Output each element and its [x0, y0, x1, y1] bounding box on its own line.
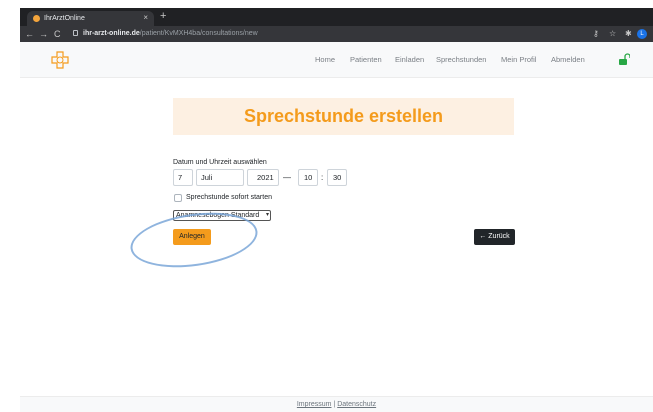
footer-links: Impressum | Datenschutz: [20, 400, 653, 410]
browser-tab[interactable]: IhrArztOnline ×: [27, 11, 154, 26]
back-arrow-icon[interactable]: ←: [25, 27, 34, 41]
nav-item-abmelden[interactable]: Abmelden: [551, 54, 585, 66]
tab-strip: IhrArztOnline × +: [20, 8, 653, 26]
back-button[interactable]: ← Zurück: [474, 229, 515, 245]
datetime-label: Datum und Uhrzeit auswählen: [173, 159, 267, 166]
minute-input[interactable]: 30: [327, 169, 347, 186]
new-tab-button[interactable]: +: [160, 9, 166, 23]
tab-close-icon[interactable]: ×: [143, 12, 148, 24]
url-path: /patient/KvMXH4ba/consultations/new: [139, 30, 258, 37]
privacy-link[interactable]: Datenschutz: [337, 401, 376, 408]
highlight-annotation: [127, 205, 261, 275]
nav-links: Home Patienten Einladen Sprechstunden Me…: [20, 42, 653, 78]
nav-item-patienten[interactable]: Patienten: [350, 54, 382, 66]
start-now-checkbox[interactable]: [174, 194, 182, 202]
time-colon: :: [321, 173, 324, 182]
unlocked-icon[interactable]: [618, 53, 630, 66]
address-bar[interactable]: ihr-arzt-online.de/patient/KvMXH4ba/cons…: [83, 28, 258, 40]
reload-icon[interactable]: C: [54, 27, 61, 41]
nav-item-home[interactable]: Home: [315, 54, 335, 66]
page-title: Sprechstunde erstellen: [243, 106, 444, 126]
profile-icon[interactable]: L: [637, 29, 647, 39]
hour-input[interactable]: 10: [298, 169, 318, 186]
site-footer: Impressum | Datenschutz: [20, 396, 653, 412]
key-icon[interactable]: ⚷: [593, 27, 599, 41]
year-input[interactable]: 2021: [247, 169, 279, 186]
start-now-label[interactable]: Sprechstunde sofort starten: [186, 193, 272, 203]
tab-title: IhrArztOnline: [44, 15, 85, 22]
url-host: ihr-arzt-online.de: [83, 30, 140, 37]
nav-item-sprechstunden[interactable]: Sprechstunden: [436, 54, 486, 66]
star-icon[interactable]: ☆: [609, 27, 616, 41]
forward-arrow-icon[interactable]: →: [39, 27, 48, 41]
secure-lock-icon[interactable]: [73, 30, 78, 36]
site-navbar: Home Patienten Einladen Sprechstunden Me…: [20, 42, 653, 78]
month-select[interactable]: Juli: [196, 169, 244, 186]
nav-item-mein-profil[interactable]: Mein Profil: [501, 54, 536, 66]
page-header-banner: Sprechstunde erstellen: [173, 98, 514, 135]
date-time-separator: —: [283, 173, 291, 182]
browser-toolbar: ← → C ihr-arzt-online.de/patient/KvMXH4b…: [20, 26, 653, 42]
favicon-icon: [33, 15, 40, 22]
day-input[interactable]: 7: [173, 169, 193, 186]
impressum-link[interactable]: Impressum: [297, 401, 332, 408]
chevron-down-icon: ▾: [265, 212, 269, 218]
extensions-icon[interactable]: ✱: [625, 27, 632, 41]
browser-window: IhrArztOnline × + ← → C ihr-arzt-online.…: [0, 0, 653, 412]
nav-item-einladen[interactable]: Einladen: [395, 54, 424, 66]
